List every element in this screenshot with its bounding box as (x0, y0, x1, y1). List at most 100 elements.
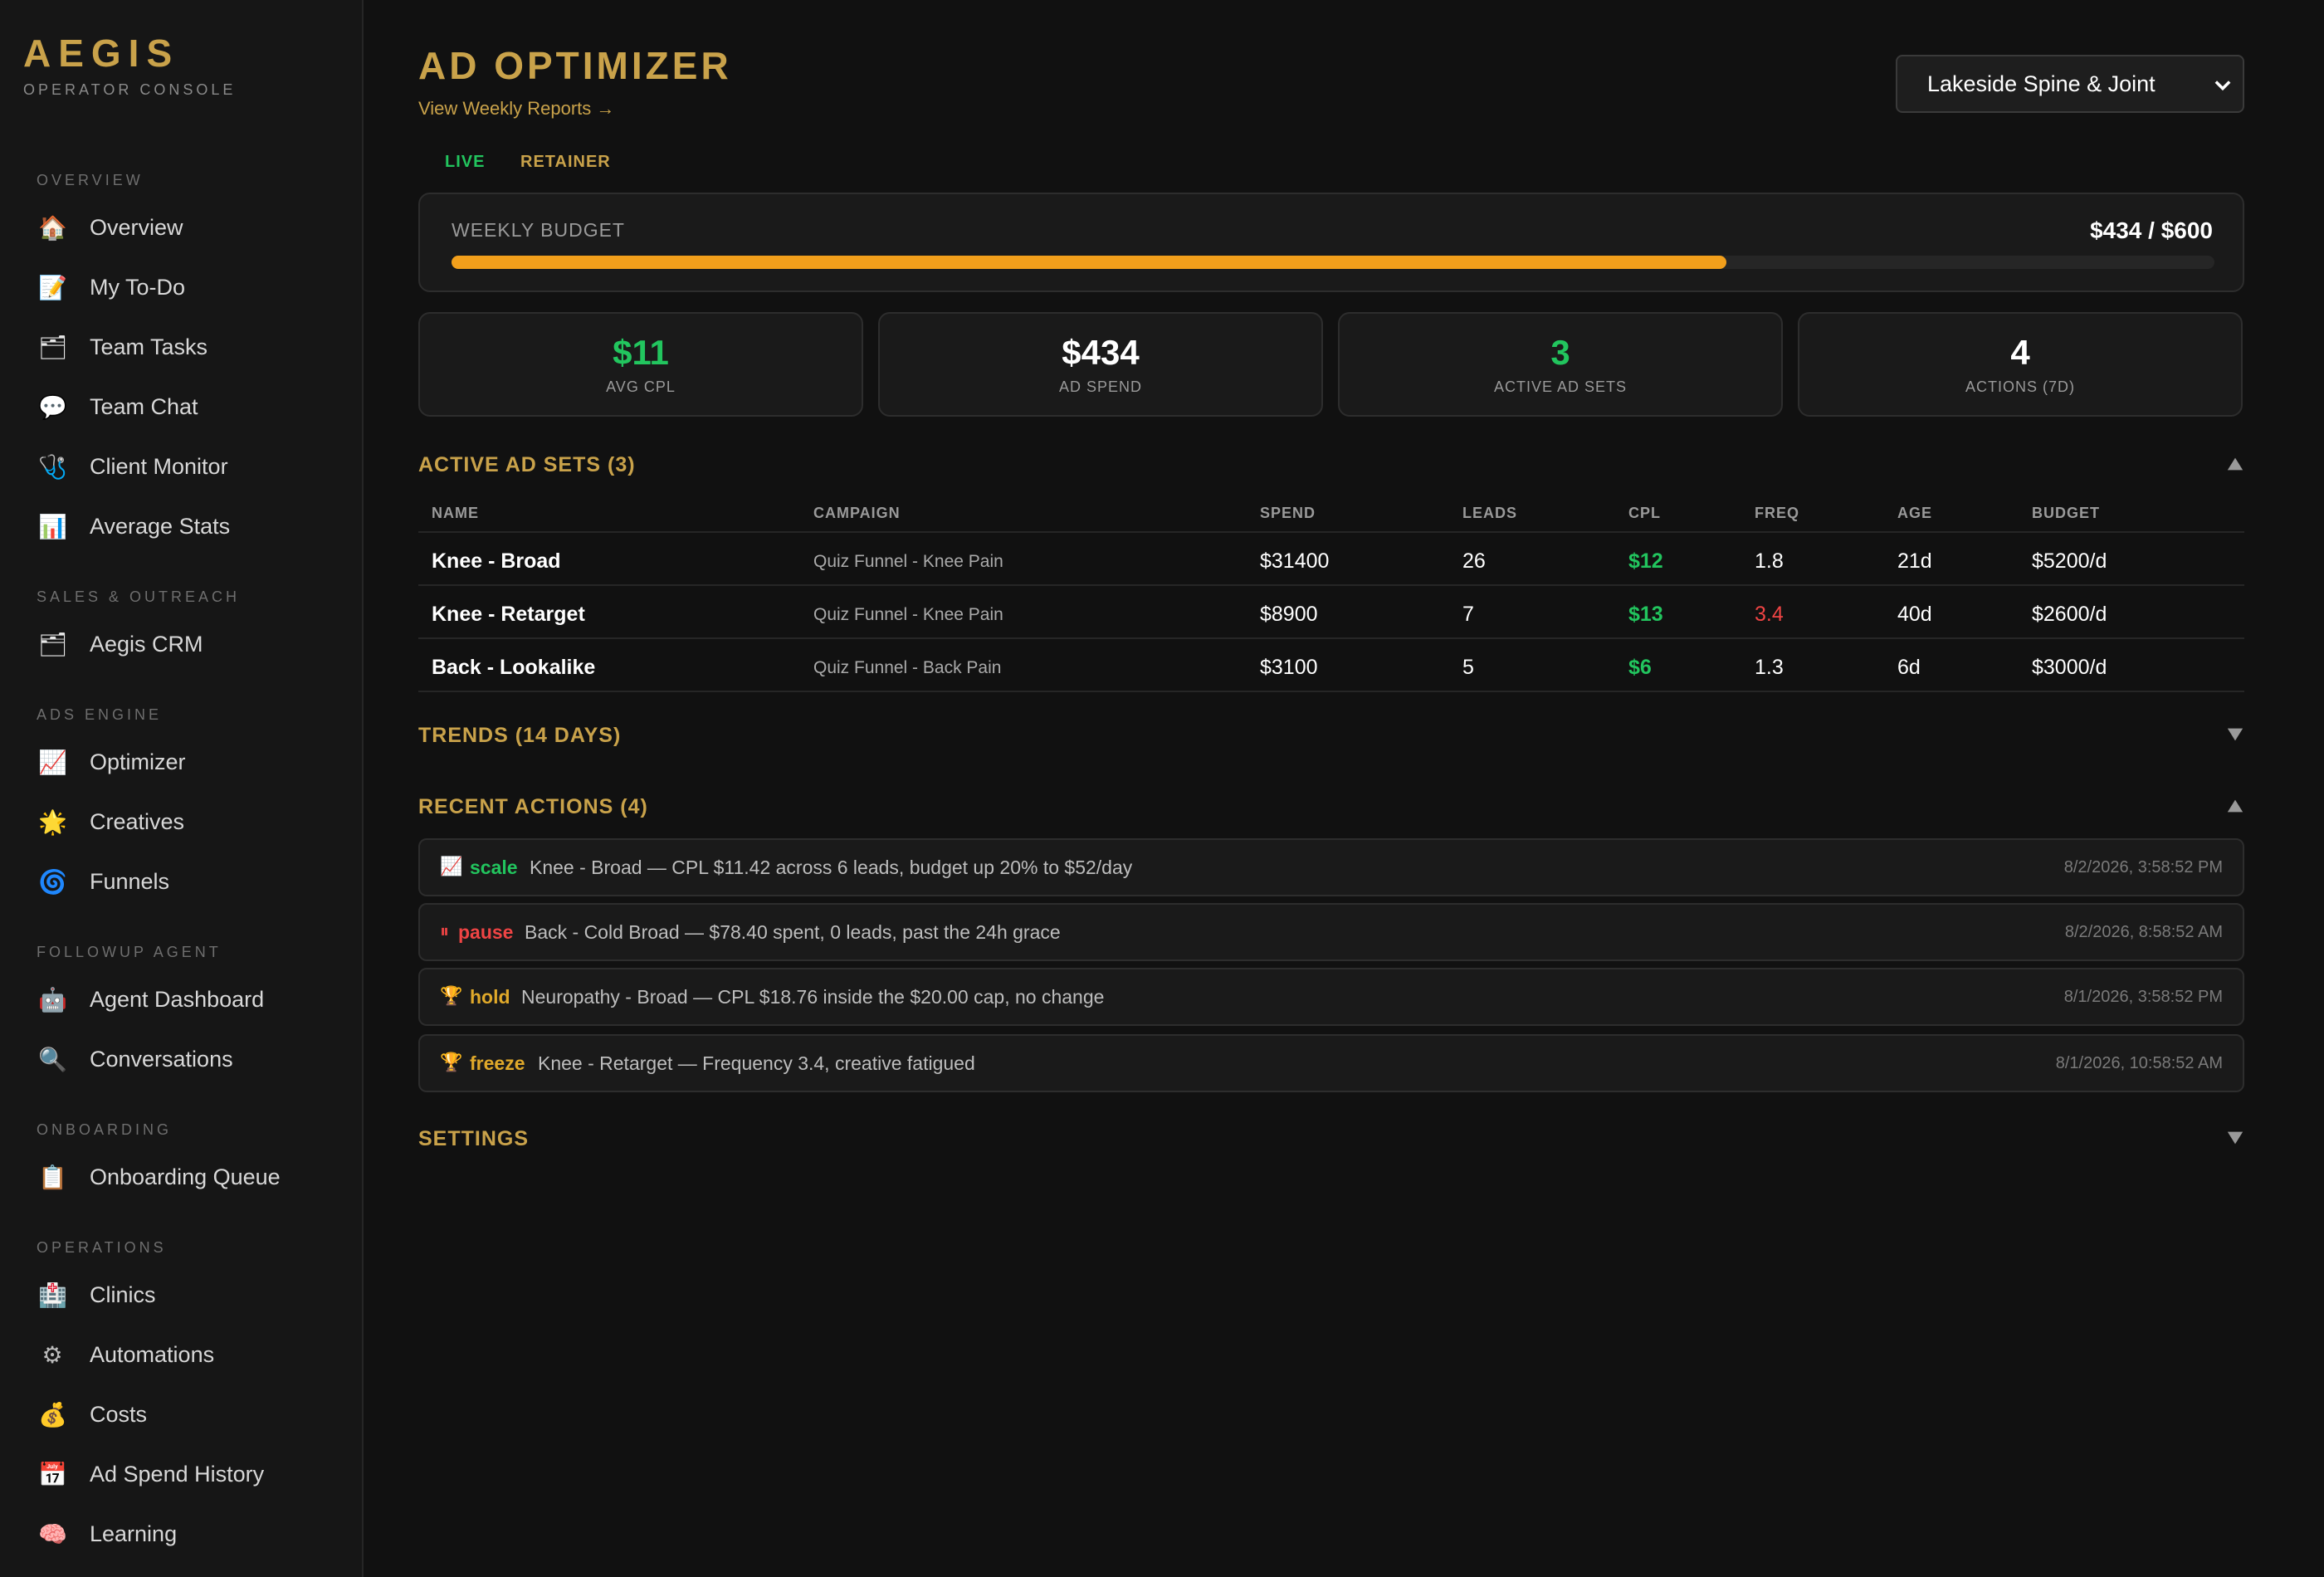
sidebar-item-client-monitor[interactable]: 🩺 Client Monitor (38, 443, 345, 490)
column-header-spend: SPEND (1260, 505, 1316, 521)
sidebar-item-clinics[interactable]: 🏥 Clinics (38, 1272, 345, 1318)
action-text: Neuropathy - Broad — CPL $18.76 inside t… (521, 986, 1105, 1008)
table-row[interactable]: Knee - Retarget Quiz Funnel - Knee Pain … (418, 586, 2244, 639)
chevron-up-icon (2227, 799, 2243, 813)
sidebar-item-ad-spend-history[interactable]: 📅 Ad Spend History (38, 1451, 345, 1497)
cell-leads: 5 (1462, 656, 1474, 679)
stat-value: $434 (1062, 333, 1140, 372)
stethoscope-icon: 🩺 (38, 452, 67, 481)
tab-live[interactable]: LIVE (445, 153, 485, 172)
brand: AEGIS OPERATOR CONSOLE (23, 30, 236, 99)
tab-retainer[interactable]: RETAINER (520, 153, 611, 172)
cell-campaign: Quiz Funnel - Knee Pain (813, 605, 1003, 624)
cell-name: Knee - Broad (432, 549, 561, 573)
cell-age: 6d (1897, 656, 1921, 679)
chevron-down-icon (2214, 81, 2231, 91)
action-time: 8/2/2026, 3:58:52 PM (2063, 858, 2223, 876)
table-row[interactable]: Knee - Broad Quiz Funnel - Knee Pain $31… (418, 533, 2244, 586)
cyclone-icon: 🌀 (38, 867, 67, 896)
weekly-budget-card: WEEKLY BUDGET $434 / $600 (418, 193, 2244, 292)
cell-campaign: Quiz Funnel - Knee Pain (813, 552, 1003, 571)
folder-icon: 🗂 (38, 333, 68, 361)
nav-section-followup-agent: FOLLOWUP AGENT (37, 944, 222, 960)
section-trends-toggle[interactable]: TRENDS (14 DAYS) (418, 724, 2244, 757)
cell-budget: $3000/d (2032, 656, 2107, 679)
chevron-down-icon (2227, 728, 2243, 741)
money-bag-icon: 💰 (38, 1400, 67, 1428)
action-type: freeze (470, 1052, 525, 1074)
sidebar-item-label: Creatives (90, 808, 185, 834)
cell-budget: $5200/d (2032, 549, 2107, 573)
weekly-reports-link[interactable]: View Weekly Reports → (418, 98, 614, 120)
stat-ad-spend: $434 AD SPEND (878, 312, 1323, 417)
sidebar-item-label: Optimizer (90, 749, 186, 774)
section-active-ad-sets-toggle[interactable]: ACTIVE AD SETS (3) (418, 453, 2244, 486)
stat-label: AVG CPL (606, 378, 676, 395)
sidebar-item-label: Costs (90, 1401, 148, 1427)
robot-icon: 🤖 (38, 985, 67, 1013)
sidebar-item-overview[interactable]: 🏠 Overview (38, 204, 345, 251)
sidebar-item-agent-dashboard[interactable]: 🤖 Agent Dashboard (38, 976, 345, 1023)
section-recent-actions-toggle[interactable]: RECENT ACTIONS (4) (418, 795, 2244, 828)
cell-age: 21d (1897, 549, 1932, 573)
sidebar-item-team-chat[interactable]: 💬 Team Chat (38, 383, 345, 430)
column-header-age: AGE (1897, 505, 1933, 521)
cell-spend: $8900 (1260, 603, 1318, 626)
section-settings-toggle[interactable]: SETTINGS (418, 1127, 2244, 1160)
table-row[interactable]: Back - Lookalike Quiz Funnel - Back Pain… (418, 639, 2244, 692)
sidebar-item-optimizer[interactable]: 📈 Optimizer (38, 739, 345, 785)
sidebar-item-funnels[interactable]: 🌀 Funnels (38, 858, 345, 905)
calendar-icon: 📅 (38, 1460, 67, 1488)
sidebar-item-costs[interactable]: 💰 Costs (38, 1391, 345, 1438)
sidebar-item-label: Agent Dashboard (90, 986, 265, 1012)
nav-section-sales: SALES & OUTREACH (37, 588, 241, 605)
nav-section-ads-engine: ADS ENGINE (37, 706, 163, 723)
cell-name: Knee - Retarget (432, 603, 585, 626)
stat-label: ACTIONS (7D) (1965, 378, 2075, 395)
star-icon: 🌟 (38, 808, 67, 836)
budget-label: WEEKLY BUDGET (452, 219, 625, 241)
cell-name: Back - Lookalike (432, 656, 596, 679)
sidebar-item-label: Aegis CRM (90, 631, 203, 657)
budget-progress-fill (452, 256, 1727, 269)
sidebar-item-creatives[interactable]: 🌟 Creatives (38, 798, 345, 845)
stat-value: $11 (613, 333, 669, 372)
action-time: 8/2/2026, 8:58:52 AM (2064, 923, 2223, 941)
page-title: AD OPTIMIZER (418, 44, 732, 87)
cell-budget: $2600/d (2032, 603, 2107, 626)
stat-label: ACTIVE AD SETS (1493, 378, 1628, 395)
action-item: 📈 scale Knee - Broad — CPL $11.42 across… (418, 838, 2244, 896)
action-type: scale (470, 857, 518, 878)
action-time: 8/1/2026, 10:58:52 AM (2055, 1054, 2223, 1072)
sidebar-item-team-tasks[interactable]: 🗂 Team Tasks (38, 324, 345, 370)
action-time: 8/1/2026, 3:58:52 PM (2063, 988, 2223, 1006)
sidebar-item-conversations[interactable]: 🔍 Conversations (38, 1036, 345, 1082)
cell-cpl: $13 (1628, 603, 1663, 626)
column-header-freq: FREQ (1755, 505, 1800, 521)
sidebar-item-learning[interactable]: 🧠 Learning (38, 1511, 345, 1557)
pause-icon: ⏸ (440, 921, 450, 942)
sidebar-item-onboarding-queue[interactable]: 📋 Onboarding Queue (38, 1154, 345, 1200)
bar-chart-icon: 📊 (38, 512, 67, 540)
trophy-icon: 🏆 (440, 986, 463, 1007)
cell-leads: 7 (1462, 603, 1474, 626)
sidebar-item-aegis-crm[interactable]: 🗂 Aegis CRM (38, 621, 345, 667)
sidebar-item-automations[interactable]: ⚙ Automations (38, 1331, 345, 1378)
client-select[interactable]: Lakeside Spine & Joint (1896, 55, 2244, 113)
action-item: ⏸ pause Back - Cold Broad — $78.40 spent… (418, 903, 2244, 961)
sidebar-item-my-todo[interactable]: 📝 My To-Do (38, 264, 345, 310)
cell-cpl: $6 (1628, 656, 1652, 679)
nav-section-onboarding: ONBOARDING (37, 1121, 173, 1138)
column-header-leads: LEADS (1462, 505, 1518, 521)
stat-actions-7d: 4 ACTIONS (7D) (1798, 312, 2243, 417)
sidebar-item-label: Ad Spend History (90, 1461, 265, 1487)
budget-value: $434 / $600 (2090, 217, 2213, 243)
section-title: RECENT ACTIONS (4) (418, 795, 648, 818)
sidebar-item-label: Clinics (90, 1282, 156, 1307)
magnifier-icon: 🔍 (38, 1045, 67, 1073)
action-item: 🏆 hold Neuropathy - Broad — CPL $18.76 i… (418, 968, 2244, 1026)
speech-bubble-icon: 💬 (38, 393, 67, 421)
brand-subtitle: OPERATOR CONSOLE (23, 81, 237, 98)
sidebar-item-average-stats[interactable]: 📊 Average Stats (38, 503, 345, 549)
nav-section-overview: OVERVIEW (37, 172, 144, 188)
